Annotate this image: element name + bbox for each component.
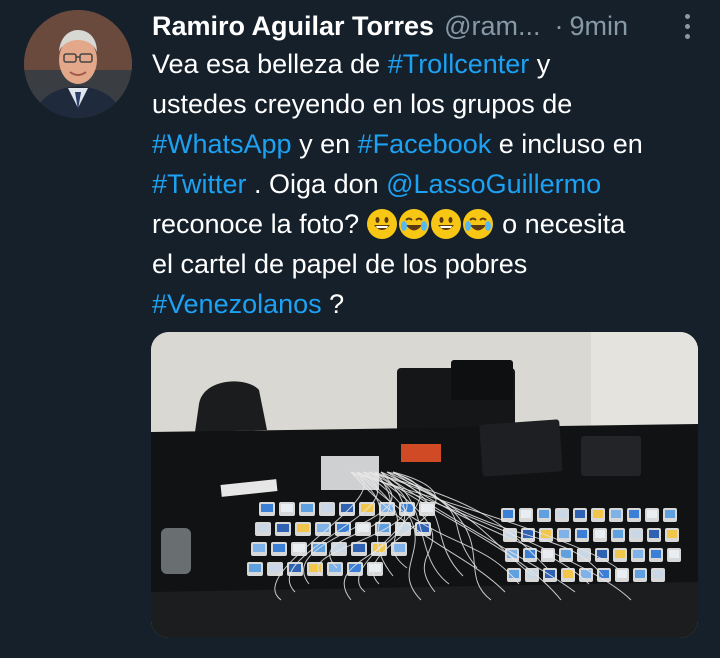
tweet-text-segment: y bbox=[529, 49, 551, 79]
phone-screen bbox=[649, 530, 659, 538]
phone-screen bbox=[297, 524, 309, 532]
phone-screen bbox=[273, 544, 285, 552]
mention-link[interactable]: @LassoGuillermo bbox=[386, 169, 601, 199]
tweet-text-segment: Vea esa belleza de bbox=[152, 49, 388, 79]
phone-screen bbox=[353, 544, 365, 552]
phone-screen bbox=[563, 570, 573, 578]
phone-screen bbox=[617, 570, 627, 578]
phone-screen bbox=[369, 564, 381, 572]
phone-screen bbox=[579, 550, 589, 558]
phone-screen bbox=[599, 570, 609, 578]
phone-screen bbox=[633, 550, 643, 558]
phone-screen bbox=[253, 544, 265, 552]
tweet-header: Ramiro Aguilar Torres @ram... · 9min bbox=[152, 6, 702, 46]
hashtag-link[interactable]: #WhatsApp bbox=[152, 129, 292, 159]
tweet-text-segment: el cartel de papel de los pobres bbox=[152, 249, 528, 279]
phone-screen bbox=[613, 530, 623, 538]
phone-screen bbox=[317, 524, 329, 532]
photo-phone-farm bbox=[151, 332, 698, 638]
phone-screen bbox=[257, 524, 269, 532]
header-separator: · bbox=[554, 10, 564, 41]
tweet-text-line: #Venezolanos ? bbox=[152, 284, 712, 324]
tweet-text-line: el cartel de papel de los pobres bbox=[152, 244, 712, 284]
hashtag-link[interactable]: #Twitter bbox=[152, 169, 247, 199]
tweet-text-segment: . Oiga don bbox=[246, 169, 387, 199]
phone-screen bbox=[669, 550, 679, 558]
phone-screen bbox=[321, 504, 333, 512]
tweet-text-segment: ustedes creyendo en los grupos de bbox=[152, 89, 573, 119]
tweet-text-segment: e incluso en bbox=[491, 129, 643, 159]
phone-screen bbox=[301, 504, 313, 512]
phone-screen bbox=[557, 510, 567, 518]
tweet-text-segment: o necesita bbox=[494, 209, 626, 239]
phone-screen bbox=[647, 510, 657, 518]
phone-screen bbox=[249, 564, 261, 572]
phone-screen bbox=[281, 504, 293, 512]
tweet-photo[interactable] bbox=[151, 332, 698, 638]
tweet-text-segment: y en bbox=[291, 129, 358, 159]
phone-screen bbox=[665, 510, 675, 518]
phone-screen bbox=[635, 570, 645, 578]
author-avatar[interactable] bbox=[24, 10, 132, 118]
phone-screen bbox=[561, 550, 571, 558]
grinning-face-emoji-icon bbox=[366, 209, 397, 239]
hashtag-link[interactable]: #Facebook bbox=[358, 129, 492, 159]
tears-of-joy-emoji-icon bbox=[462, 209, 493, 239]
phone-screen bbox=[309, 564, 321, 572]
author-name[interactable]: Ramiro Aguilar Torres bbox=[152, 11, 434, 42]
tweet-text-line: ustedes creyendo en los grupos de bbox=[152, 84, 712, 124]
phone-screen bbox=[631, 530, 641, 538]
phone-screen bbox=[393, 544, 405, 552]
tweet-text-segment: reconoce la foto? bbox=[152, 209, 367, 239]
phone-screen bbox=[575, 510, 585, 518]
tears-of-joy-emoji-icon bbox=[398, 209, 429, 239]
phone-screen bbox=[595, 530, 605, 538]
phone-screen bbox=[269, 564, 281, 572]
hashtag-link[interactable]: #Venezolanos bbox=[152, 289, 322, 319]
tweet-card[interactable]: Ramiro Aguilar Torres @ram... · 9min Vea… bbox=[0, 0, 720, 658]
tweet-text-line: Vea esa belleza de #Trollcenter y bbox=[152, 44, 712, 84]
phone-screen bbox=[593, 510, 603, 518]
phone-screen bbox=[615, 550, 625, 558]
tweet-text-line: #WhatsApp y en #Facebook e incluso en bbox=[152, 124, 712, 164]
phone-screen bbox=[521, 510, 531, 518]
phone-screen bbox=[539, 510, 549, 518]
phone-screen bbox=[577, 530, 587, 538]
tweet-text-line: reconoce la foto? o necesita bbox=[152, 204, 712, 244]
phone-screen bbox=[611, 510, 621, 518]
tweet-text-segment: ? bbox=[321, 289, 345, 319]
phone-screen bbox=[277, 524, 289, 532]
phone-screen bbox=[503, 510, 513, 518]
hashtag-link[interactable]: #Trollcenter bbox=[388, 49, 530, 79]
grinning-face-emoji-icon bbox=[430, 209, 461, 239]
phone-screen bbox=[667, 530, 677, 538]
author-handle[interactable]: @ram... bbox=[444, 11, 540, 42]
phone-screen bbox=[559, 530, 569, 538]
more-options-icon[interactable] bbox=[672, 10, 702, 42]
phone-screen bbox=[417, 524, 429, 532]
tweet-text-line: #Twitter . Oiga don @LassoGuillermo bbox=[152, 164, 712, 204]
tweet-text: Vea esa belleza de #Trollcenter y ustedes… bbox=[152, 44, 712, 324]
phone-screen bbox=[261, 504, 273, 512]
avatar-portrait bbox=[24, 10, 132, 118]
phone-screen bbox=[651, 550, 661, 558]
tweet-timestamp[interactable]: 9min bbox=[570, 11, 629, 42]
phone-screen bbox=[653, 570, 663, 578]
phone-screen bbox=[629, 510, 639, 518]
phone-screen bbox=[545, 570, 555, 578]
